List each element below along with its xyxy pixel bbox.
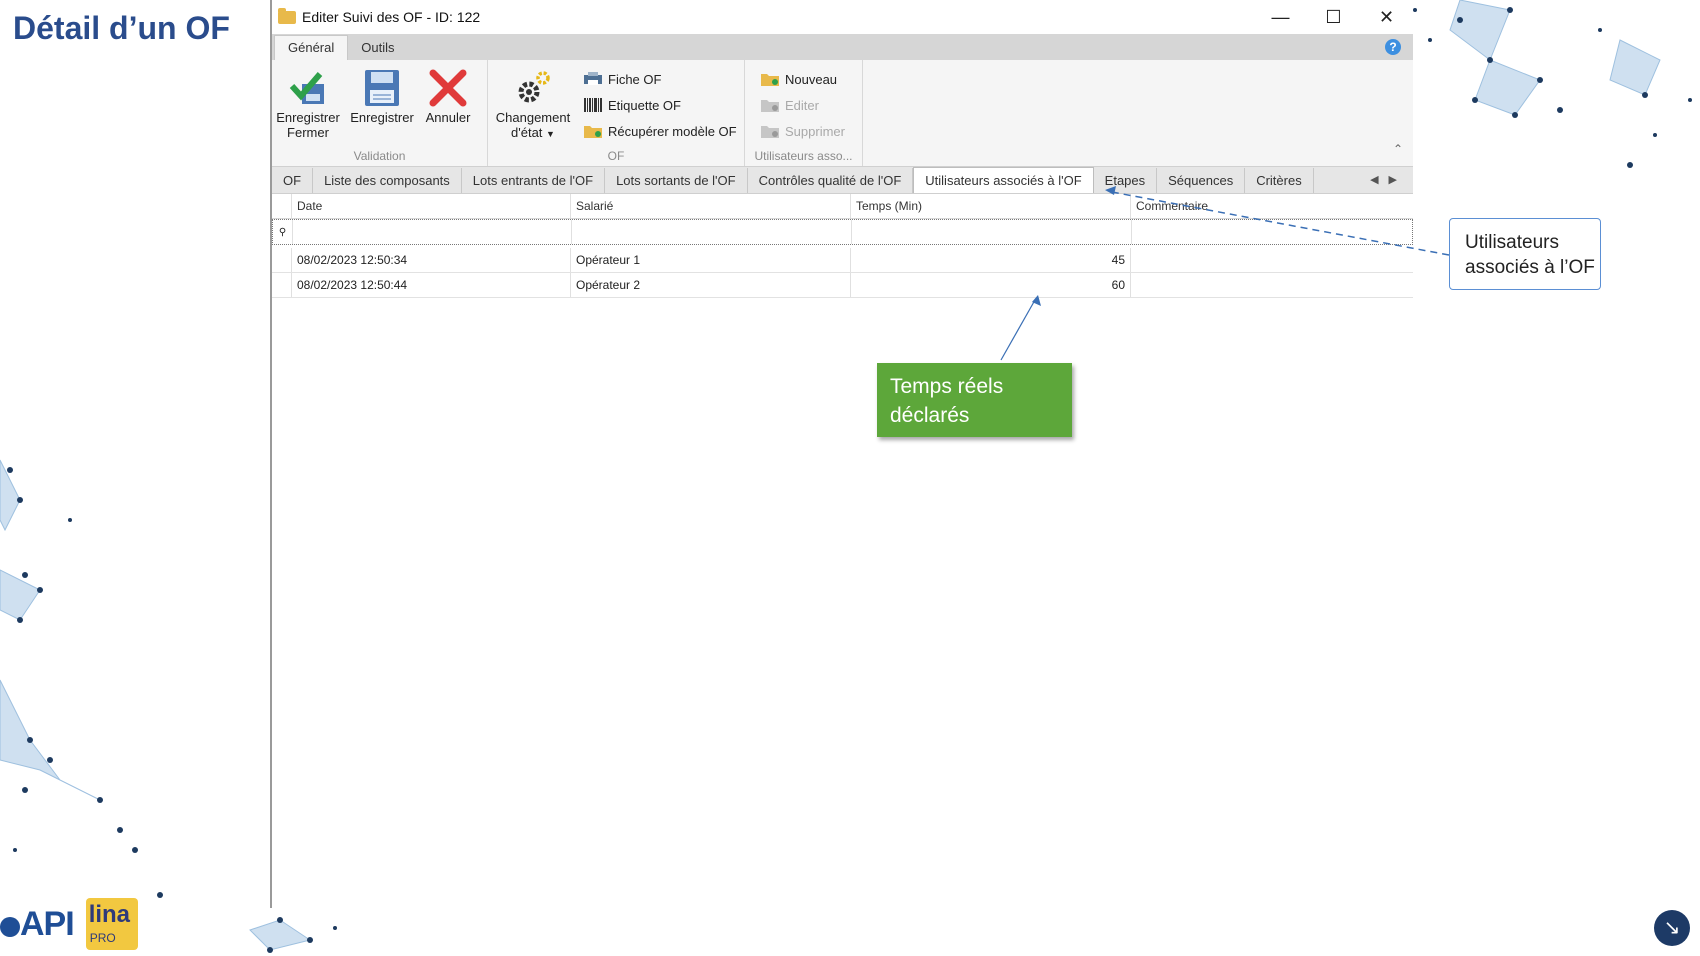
times-callout-arrowhead xyxy=(1032,295,1041,306)
users-callout-arrow xyxy=(1111,191,1450,256)
callout-users-line1: Utilisateurs xyxy=(1465,232,1559,253)
callout-times-line1: Temps réels xyxy=(890,375,1004,398)
callout-times: Temps réels déclarés xyxy=(877,363,1072,437)
globe-icon xyxy=(0,916,20,937)
api-logo-text: API xyxy=(20,904,75,943)
times-callout-arrow xyxy=(1000,299,1036,361)
callout-times-line2: déclarés xyxy=(890,404,970,427)
lina-logo-text: lina xyxy=(88,901,131,928)
api-logo: API xyxy=(0,904,75,944)
expand-arrow-icon[interactable]: ↘ xyxy=(1654,910,1690,946)
callout-users: Utilisateurs associés à l’OF xyxy=(1449,218,1601,290)
annotation-arrows xyxy=(1000,186,1450,361)
callout-users-line2: associés à l’OF xyxy=(1465,257,1595,278)
logos: API lina PRO xyxy=(0,898,138,950)
lina-logo: lina PRO xyxy=(85,898,138,950)
users-callout-arrowhead xyxy=(1105,186,1116,195)
lina-logo-sub: PRO xyxy=(89,931,116,945)
